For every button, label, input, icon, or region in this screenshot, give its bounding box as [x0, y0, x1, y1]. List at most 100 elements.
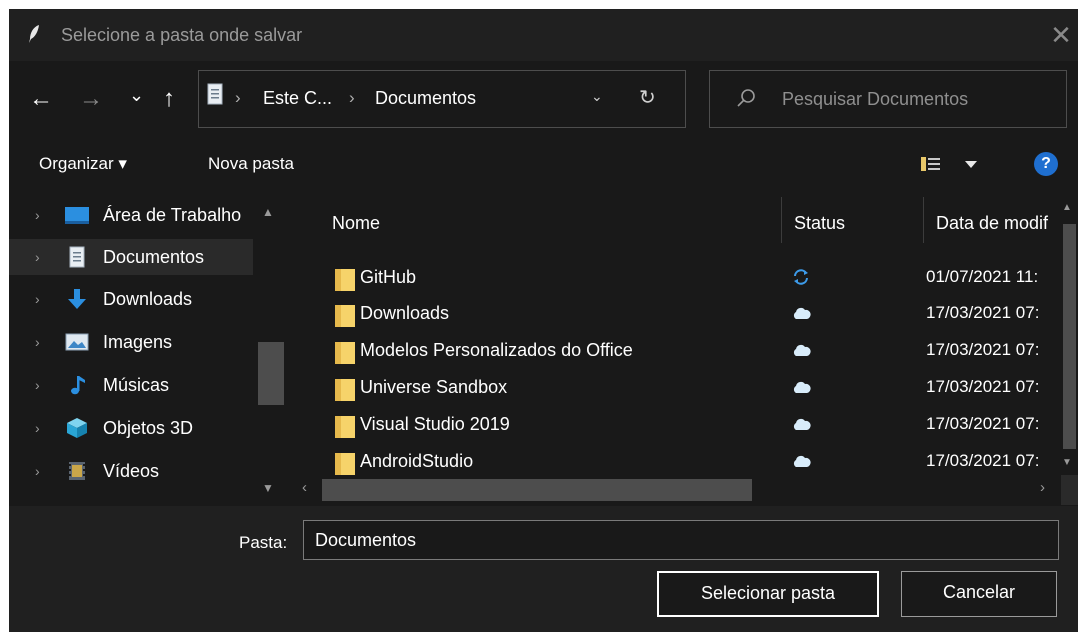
- cancel-button[interactable]: Cancelar: [901, 571, 1057, 617]
- breadcrumb-separator: ›: [349, 88, 355, 107]
- file-date-modified: 17/03/2021 07:: [926, 303, 1040, 322]
- file-name: Universe Sandbox: [360, 377, 508, 397]
- forward-arrow-icon[interactable]: →: [79, 87, 103, 113]
- table-row[interactable]: AndroidStudio 17/03/2021 07:: [297, 443, 1047, 479]
- expand-chevron-icon[interactable]: ›: [35, 334, 40, 350]
- file-name: AndroidStudio: [360, 451, 474, 471]
- column-divider[interactable]: [781, 197, 782, 243]
- vertical-scrollbar-thumb[interactable]: [1063, 224, 1076, 449]
- scrollbar-corner: [1061, 475, 1078, 505]
- address-dropdown-chevron-icon[interactable]: ⌄: [591, 88, 603, 105]
- nav-item-desktop[interactable]: › Área de Trabalho: [9, 197, 253, 233]
- cloud-icon: [793, 344, 811, 356]
- scroll-down-icon[interactable]: ▼: [1062, 457, 1072, 468]
- title-bar: Selecione a pasta onde salvar ✕: [9, 9, 1078, 61]
- scroll-up-icon[interactable]: ▲: [1062, 202, 1072, 213]
- nav-item-music[interactable]: › Músicas: [9, 367, 253, 403]
- nav-item-documents[interactable]: › Documentos: [9, 239, 253, 275]
- nav-item-downloads[interactable]: › Downloads: [9, 281, 253, 317]
- 3d-objects-icon: [67, 418, 87, 438]
- file-date-modified: 17/03/2021 07:: [926, 377, 1040, 396]
- nav-item-pictures[interactable]: › Imagens: [9, 324, 253, 360]
- table-row[interactable]: Visual Studio 2019 17/03/2021 07:: [297, 406, 1047, 442]
- expand-chevron-icon[interactable]: ›: [35, 420, 40, 436]
- change-view-icon[interactable]: [919, 152, 989, 176]
- folder-icon: [335, 379, 355, 401]
- column-divider[interactable]: [923, 197, 924, 243]
- window-title: Selecione a pasta onde salvar: [61, 25, 303, 45]
- file-date-modified: 17/03/2021 07:: [926, 414, 1040, 433]
- close-icon[interactable]: ✕: [1047, 22, 1075, 48]
- expand-chevron-icon[interactable]: ›: [35, 291, 40, 307]
- nav-item-label: Documentos: [103, 247, 205, 267]
- file-list: Nome Status Data de modif GitHub 01/07/2…: [297, 189, 1078, 506]
- expand-chevron-icon[interactable]: ›: [35, 463, 40, 479]
- select-folder-button[interactable]: Selecionar pasta: [657, 571, 879, 617]
- nav-item-label: Downloads: [103, 289, 193, 309]
- refresh-icon[interactable]: ↻: [639, 85, 656, 110]
- cloud-icon: [793, 418, 811, 430]
- search-box[interactable]: [709, 70, 1067, 128]
- table-row[interactable]: Downloads 17/03/2021 07:: [297, 295, 1047, 331]
- folder-icon: [335, 269, 355, 291]
- recent-locations-chevron-icon[interactable]: ⌄: [129, 83, 144, 109]
- nav-item-label: Vídeos: [103, 461, 160, 481]
- folder-field[interactable]: [303, 520, 1059, 560]
- help-icon[interactable]: ?: [1034, 152, 1058, 176]
- scroll-down-icon[interactable]: ▼: [262, 481, 274, 495]
- horizontal-scrollbar-thumb[interactable]: [322, 479, 752, 501]
- feather-icon: [29, 25, 39, 43]
- table-row[interactable]: GitHub 01/07/2021 11:: [297, 259, 1047, 295]
- cloud-icon: [793, 381, 811, 393]
- file-name: GitHub: [360, 267, 417, 287]
- file-date-modified: 17/03/2021 07:: [926, 340, 1040, 359]
- navigation-pane: › Área de Trabalho › Documentos › Downlo…: [9, 189, 289, 506]
- organize-menu-button[interactable]: Organizar ▾: [39, 154, 127, 174]
- breadcrumb-este-computador[interactable]: Este C...: [263, 88, 332, 109]
- document-icon: [207, 83, 223, 105]
- expand-chevron-icon[interactable]: ›: [35, 377, 40, 393]
- search-icon: [737, 89, 755, 107]
- scroll-right-icon[interactable]: ›: [1040, 479, 1045, 496]
- dialog-footer: Pasta: Selecionar pasta Cancelar: [9, 506, 1078, 632]
- breadcrumb-documentos[interactable]: Documentos: [375, 88, 476, 109]
- back-arrow-icon[interactable]: ←: [29, 87, 53, 113]
- nav-item-videos[interactable]: › Vídeos: [9, 453, 253, 489]
- videos-icon: [69, 462, 85, 480]
- address-bar[interactable]: › Este C... › Documentos ⌄ ↻: [198, 70, 686, 128]
- folder-icon: [335, 416, 355, 438]
- command-bar: Organizar ▾ Nova pasta ?: [9, 139, 1078, 187]
- expand-chevron-icon[interactable]: ›: [35, 207, 40, 223]
- column-header-status[interactable]: Status: [794, 213, 845, 234]
- folder-icon: [335, 453, 355, 475]
- nav-item-label: Área de Trabalho: [103, 205, 242, 225]
- new-folder-button[interactable]: Nova pasta: [208, 154, 294, 174]
- scroll-left-icon[interactable]: ‹: [302, 479, 307, 496]
- file-name: Modelos Personalizados do Office: [360, 340, 633, 360]
- file-name: Downloads: [360, 303, 450, 323]
- expand-chevron-icon[interactable]: ›: [35, 249, 40, 265]
- folder-picker-dialog: Selecione a pasta onde salvar ✕ ← → ⌄ ↑ …: [9, 9, 1078, 632]
- folder-field-label: Pasta:: [239, 533, 288, 552]
- documents-icon: [69, 246, 85, 268]
- music-icon: [71, 376, 85, 395]
- column-header-name[interactable]: Nome: [332, 213, 380, 234]
- pictures-icon: [65, 333, 89, 351]
- table-row[interactable]: Universe Sandbox 17/03/2021 07:: [297, 369, 1047, 405]
- column-header-date-modified[interactable]: Data de modif: [936, 213, 1061, 234]
- breadcrumb-separator: ›: [235, 88, 241, 107]
- search-input[interactable]: [782, 85, 1052, 113]
- file-date-modified: 01/07/2021 11:: [926, 267, 1039, 286]
- scroll-up-icon[interactable]: ▲: [262, 205, 274, 219]
- file-date-modified: 17/03/2021 07:: [926, 451, 1040, 470]
- nav-item-label: Objetos 3D: [103, 418, 194, 438]
- table-row[interactable]: Modelos Personalizados do Office 17/03/2…: [297, 332, 1047, 368]
- nav-item-label: Músicas: [103, 375, 170, 395]
- desktop-icon: [65, 207, 89, 224]
- nav-item-3d-objects[interactable]: › Objetos 3D: [9, 410, 253, 446]
- up-arrow-icon[interactable]: ↑: [163, 87, 175, 113]
- cloud-icon: [793, 455, 811, 467]
- nav-scrollbar-thumb[interactable]: [258, 342, 284, 405]
- folder-icon: [335, 305, 355, 327]
- sync-icon: [794, 269, 808, 285]
